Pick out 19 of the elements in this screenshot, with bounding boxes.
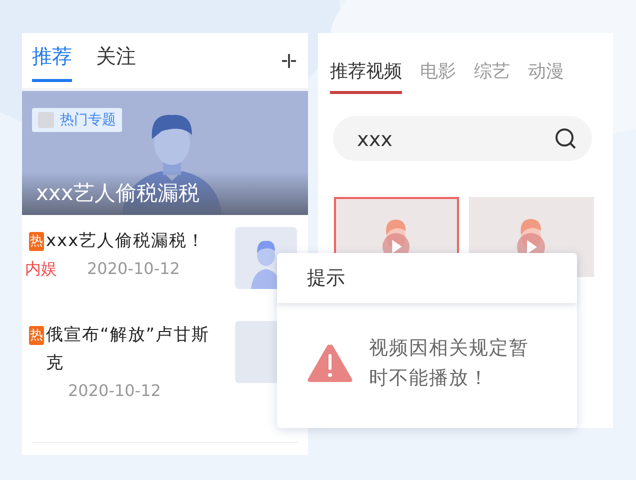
news-date: 2020-10-12 (68, 380, 161, 402)
news-title[interactable]: 俄宣布“解放”卢甘斯克 (46, 321, 214, 377)
news-date: 2020-10-12 (87, 258, 180, 280)
hot-badge: 热 (29, 326, 44, 345)
hot-badge: 热 (29, 232, 44, 251)
news-category: 内娱 (25, 258, 57, 280)
tab[interactable]: 关注 (96, 33, 136, 82)
tab[interactable]: 推荐视频 (330, 57, 402, 94)
dialog-message: 视频因相关规定暂时不能播放！ (369, 336, 530, 391)
banner-title: xxx艺人偷税漏税 (36, 180, 200, 207)
dialog-title: 提示 (307, 266, 345, 291)
tag-icon (38, 112, 54, 128)
tab[interactable]: 推荐 (32, 33, 72, 82)
add-icon[interactable] (282, 54, 296, 68)
news-title[interactable]: xxx艺人偷税漏税！ (46, 227, 214, 255)
search-icon[interactable] (555, 128, 576, 149)
tag-label: 热门专题 (60, 111, 116, 129)
warning-icon (307, 343, 353, 383)
search-field[interactable]: xxx (333, 116, 592, 161)
